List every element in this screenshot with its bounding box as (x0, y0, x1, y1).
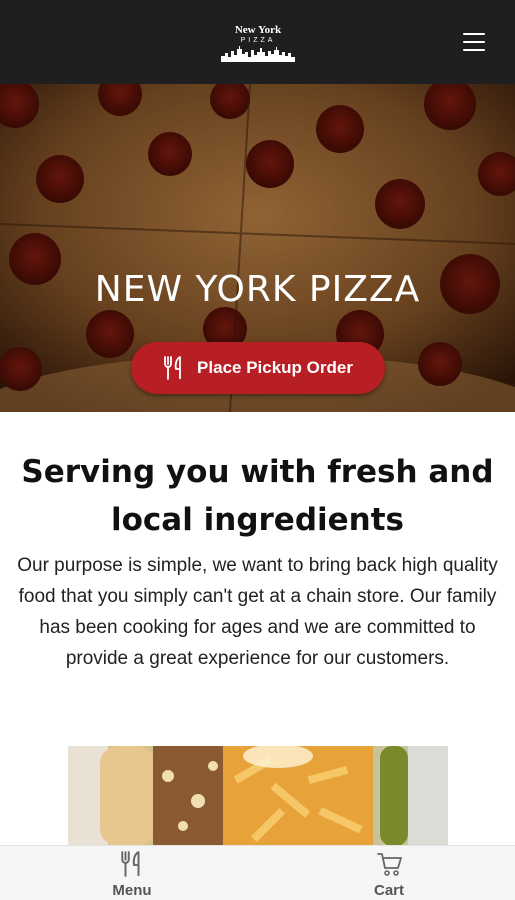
brand-logo[interactable]: New York PIZZA (218, 22, 298, 66)
fork-knife-icon (121, 851, 140, 877)
order-button-label: Place Pickup Order (197, 358, 353, 377)
place-pickup-order-button[interactable]: Place Pickup Order (131, 342, 385, 394)
about-heading: Serving you with fresh and local ingredi… (21, 454, 494, 538)
nav-item-cart[interactable]: Cart (309, 846, 469, 900)
top-app-bar: New York PIZZA (0, 0, 515, 84)
nav-item-label: Cart (373, 882, 404, 899)
skyline-icon (221, 46, 295, 62)
cart-icon (377, 853, 402, 876)
logo-text-secondary: PIZZA (240, 37, 276, 44)
food-image (68, 746, 448, 846)
fork-knife-icon (164, 356, 181, 380)
nav-item-menu[interactable]: Menu (52, 846, 212, 900)
hero-title: NEW YORK PIZZA (94, 269, 421, 310)
logo-text-primary: New York (234, 24, 282, 36)
hero-banner: NEW YORK PIZZA Place Pickup Order (0, 84, 515, 412)
menu-hamburger-icon[interactable] (458, 30, 490, 54)
food-photo (68, 746, 448, 846)
about-text: Our purpose is simple, we want to bring … (17, 555, 498, 669)
bottom-navigation: Menu Cart (0, 845, 515, 900)
nav-item-label: Menu (112, 882, 152, 899)
